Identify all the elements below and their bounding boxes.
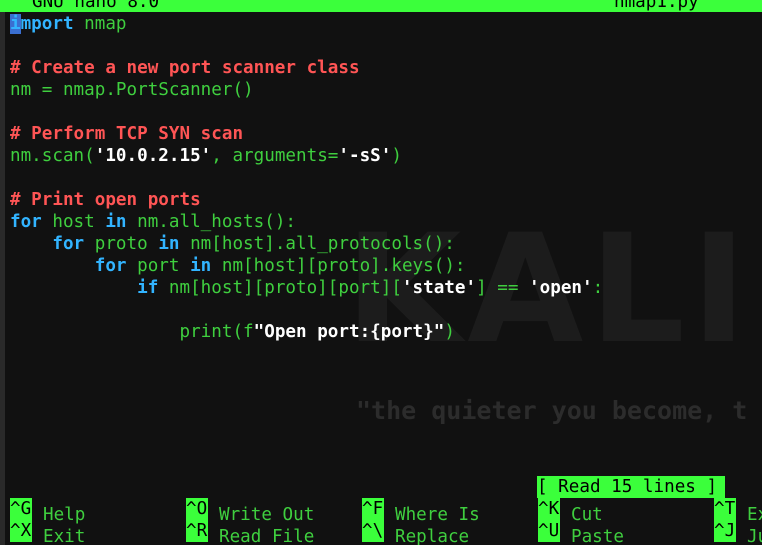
shortcut-key: ^K [538,498,560,520]
code-line-15[interactable]: print(f"Open port:{port}") [10,321,603,343]
code-line-7[interactable]: nm.scan('10.0.2.15', arguments='-sS') [10,145,603,167]
code-line-3[interactable]: # Create a new port scanner class [10,57,603,79]
shortcut-exit[interactable]: ^X Exit [10,520,86,545]
shortcut-label: Exit [43,527,86,545]
shortcut-key: ^O [186,498,208,520]
code-text: ) [391,146,402,166]
shortcut-key: ^G [10,498,32,520]
shortcut-label: Replace [395,527,470,545]
shortcut-cut[interactable]: ^K Cut [538,498,603,525]
code-editor[interactable]: import nmap # Create a new port scanner … [10,13,603,343]
keyword-for: for [94,256,127,276]
keyword-for: for [52,234,85,254]
keyword-for: for [10,212,42,232]
app-version: GNU nano 8.0 [32,0,160,12]
code-text: : [592,278,604,298]
shortcut-justify[interactable]: ^J Ju [714,520,762,545]
string-literal: 'open' [529,278,593,298]
code-text: ) [444,322,455,342]
code-line-blank[interactable] [10,101,603,123]
code-text: , arguments= [211,146,339,166]
code-line-6[interactable]: # Perform TCP SYN scan [10,123,603,145]
status-message: [ Read 15 lines ] [537,476,725,498]
nano-titlebar: GNU nano 8.0 nmap1.py [0,0,762,12]
code-line-13[interactable]: if nm[host][proto][port]['state'] == 'op… [10,277,603,299]
code-text: nm[host][proto][port][ [158,278,402,298]
string-literal: '10.0.2.15' [94,146,212,166]
code-text: ] == [476,278,530,298]
shortcut-read-file[interactable]: ^R Read File [186,520,315,545]
keyword-if: if [137,278,159,298]
code-line-10[interactable]: for host in nm.all_hosts(): [10,211,603,233]
code-text: nm[host].all_protocols(): [179,234,455,254]
code-line-blank[interactable] [10,299,603,321]
code-text: nm = nmap.PortScanner() [10,80,254,100]
code-text: host [41,212,106,232]
code-text: nm[host][proto].keys(): [211,256,466,276]
shortcut-key: ^T [714,498,736,520]
shortcut-label: Ju [747,527,762,545]
code-text: print(f [179,322,254,342]
shortcut-label: Read File [219,527,315,545]
code-comment: # Create a new port scanner class [10,58,360,78]
shortcut-key: ^J [714,520,736,542]
shortcut-replace[interactable]: ^\ Replace [362,520,470,545]
window-edge [0,0,5,545]
code-line-12[interactable]: for port in nm[host][proto].keys(): [10,255,603,277]
shortcut-write-out[interactable]: ^O Write Out [186,498,314,525]
text-cursor: i [10,14,21,34]
shortcut-key: ^\ [362,520,384,542]
code-text: nm.scan( [10,146,95,166]
shortcut-execute[interactable]: ^TEx [714,498,762,525]
file-name: nmap1.py [614,0,699,12]
keyword-in: in [105,212,127,232]
code-line-4[interactable]: nm = nmap.PortScanner() [10,79,603,101]
code-line-11[interactable]: for proto in nm[host].all_protocols(): [10,233,603,255]
code-comment: # Perform TCP SYN scan [10,124,244,144]
code-line-blank[interactable] [10,35,603,57]
string-literal: '-sS' [338,146,392,166]
code-text: proto [84,234,159,254]
shortcut-key: ^X [10,520,32,542]
code-text: port [126,256,191,276]
shortcut-where-is[interactable]: ^F Where Is [362,498,480,525]
terminal-screen: KALI "the quieter you become, t GNU nano… [0,0,762,545]
shortcut-help[interactable]: ^G Help [10,498,85,525]
shortcut-key: ^U [538,520,560,542]
shortcut-key: ^R [186,520,208,542]
module-name: nmap [73,14,127,34]
shortcut-label: Paste [571,527,624,545]
string-literal: "Open port:{port}" [253,322,445,342]
keyword-in: in [190,256,212,276]
code-line-blank[interactable] [10,167,603,189]
string-literal: 'state' [401,278,477,298]
code-line-1[interactable]: import nmap [10,13,603,35]
shortcut-key: ^F [362,498,384,520]
keyword-import: mport [20,14,74,34]
shortcut-paste[interactable]: ^U Paste [538,520,624,545]
code-comment: # Print open ports [10,190,201,210]
code-line-9[interactable]: # Print open ports [10,189,603,211]
keyword-in: in [158,234,180,254]
code-text: nm.all_hosts(): [126,212,297,232]
